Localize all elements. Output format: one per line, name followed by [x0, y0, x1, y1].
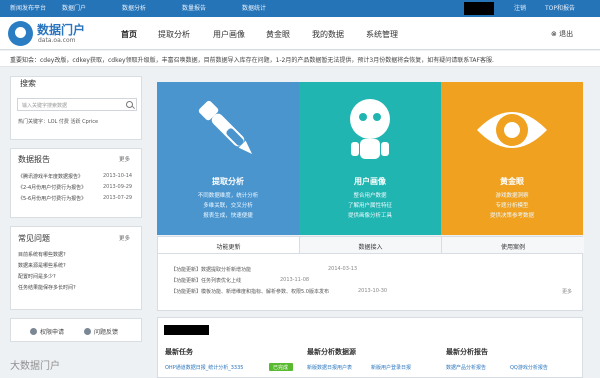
search-placeholder: 输入关键字搜索数据 — [22, 103, 68, 109]
search-title: 搜索 — [20, 79, 36, 88]
tab-data-access[interactable]: 数据接入 — [300, 237, 442, 253]
header: 数据门户 data.oa.com 首页 提取分析 用户画像 黄金眼 我的数据 系… — [0, 17, 600, 66]
feature-title: 提取分析 — [212, 177, 244, 186]
latest-report-item[interactable]: QQ游戏分析报告 — [510, 364, 548, 371]
update-item[interactable]: 【功能更新】任务列表优化上线 — [171, 277, 241, 284]
nav-system-management[interactable]: 系统管理 — [366, 29, 398, 40]
latest-task-item[interactable]: OHP通道数据日报_统计分析_3335 — [165, 364, 243, 371]
nav-home[interactable]: 首页 — [121, 29, 137, 40]
permission-icon — [30, 328, 37, 335]
update-item[interactable]: 【功能更新】模板功能、新增维度和指标、解析参数、权限5.0版本发布 — [171, 288, 329, 295]
feature-desc: 报表生成，快速便捷 — [203, 213, 253, 219]
latest-report-item[interactable]: 数据产品分析报告 — [446, 364, 486, 371]
eye-icon — [477, 112, 547, 148]
report-date: 2013-10-14 — [103, 173, 133, 179]
logout-link[interactable]: 注销 — [514, 3, 526, 12]
feature-desc: 游戏数据洞察 — [495, 193, 529, 199]
feature-card-extract[interactable]: 提取分析 不同数据维度，统计分析 多维关联，交叉分析 报表生成，快速便捷 — [157, 82, 299, 235]
feature-desc: 提供决策参考数据 — [489, 213, 534, 219]
feedback-link[interactable]: 问题反馈 — [84, 327, 118, 336]
content-tabs: 功能更新 数据接入 使用案例 — [157, 236, 584, 254]
faq-item[interactable]: 任务结果能保存多长时间? — [18, 284, 76, 291]
update-date: 2013-11-08 — [280, 277, 310, 283]
update-date: 2014-03-13 — [328, 266, 358, 272]
faq-item[interactable]: 配置时间是多少? — [18, 273, 56, 280]
feature-card-golden-eye[interactable]: 黄金眼 游戏数据洞察 专题分析模型 提供决策参考数据 — [441, 82, 583, 235]
updates-more-link[interactable]: 更多 — [562, 288, 572, 295]
latest-datasource-item[interactable]: 新版数据日报用户表 — [307, 364, 352, 371]
logo-icon — [8, 21, 33, 46]
permission-apply-link[interactable]: 权限申请 — [30, 327, 64, 336]
feature-desc: 专题分析模型 — [495, 203, 529, 209]
nav-user-profile[interactable]: 用户画像 — [213, 29, 245, 40]
search-input[interactable]: 输入关键字搜索数据 — [17, 98, 137, 111]
latest-tasks-title: 最新任务 — [165, 348, 193, 356]
latest-datasource-item[interactable]: 新版用户登录日报 — [371, 364, 411, 371]
notice-bar: 重要知会：cdey改版，cdkey获取，cdkey领取升级版，丰富召唤数据，目前… — [0, 51, 600, 67]
update-date: 2013-10-30 — [358, 288, 388, 294]
tab-use-cases[interactable]: 使用案例 — [442, 237, 584, 253]
faq-more-link[interactable]: 更多 — [119, 234, 130, 242]
redacted-block — [464, 2, 494, 15]
topbar-item-report[interactable]: 数量报告 — [182, 3, 206, 12]
topbar-item-news[interactable]: 新闻发布平台 — [10, 3, 46, 12]
latest-datasource-title: 最新分析数据源 — [307, 348, 356, 356]
report-date: 2013-09-29 — [103, 184, 133, 190]
topbar: 新闻发布平台 数据门户 数据分析 数量报告 数据统计 注销 TOP和报告 — [0, 0, 600, 17]
reports-title: 数据报告 — [18, 155, 50, 164]
topbar-item-analysis[interactable]: 数据分析 — [122, 3, 146, 12]
dropper-icon — [198, 100, 253, 155]
watermark-text: 大数据门户 — [10, 361, 60, 372]
feature-title: 用户画像 — [354, 177, 386, 186]
status-badge-label: 已完成 — [273, 365, 289, 371]
report-date: 2013-07-29 — [103, 195, 133, 201]
feature-desc: 不同数据维度，统计分析 — [197, 193, 259, 199]
reports-more-link[interactable]: 更多 — [119, 155, 130, 163]
faq-item[interactable]: 目前系统有哪些数据? — [18, 251, 66, 258]
search-icon[interactable] — [126, 101, 133, 108]
permission-apply-label: 权限申请 — [40, 329, 65, 336]
site-title: 数据门户 — [37, 23, 86, 37]
topbar-item-stats[interactable]: 数据统计 — [242, 3, 266, 12]
redacted-block — [164, 325, 209, 335]
exit-button[interactable]: ⊗ 退出 — [551, 29, 573, 39]
nav-extract-analysis[interactable]: 提取分析 — [158, 29, 190, 40]
latest-report-title: 最新分析报告 — [446, 348, 488, 356]
notice-text: 重要知会：cdey改版，cdkey获取，cdkey领取升级版，丰富召唤数据，目前… — [10, 57, 494, 64]
report-item[interactable]: 《2-4月份用户付费行为报告》 — [18, 184, 86, 191]
feedback-label: 问题反馈 — [94, 329, 119, 336]
topbar-item-portal[interactable]: 数据门户 — [62, 3, 86, 12]
report-item[interactable]: 《5-6月份用户付费行为报告》 — [18, 195, 86, 202]
faq-item[interactable]: 数据来源是哪些系统? — [18, 262, 66, 269]
feature-card-user-profile[interactable]: 用户画像 整合用户数据 了解用户属性特征 提供画像分析工具 — [299, 82, 441, 235]
feature-desc: 提供画像分析工具 — [347, 213, 392, 219]
site-subtitle: data.oa.com — [38, 37, 76, 44]
robot-icon — [350, 99, 390, 159]
tab-function-update[interactable]: 功能更新 — [158, 237, 300, 253]
feedback-icon — [84, 328, 91, 335]
updates-panel: 【功能更新】数据提取分析新增功能 2014-03-13 【功能更新】任务列表优化… — [157, 254, 583, 311]
feature-desc: 多维关联，交叉分析 — [203, 203, 253, 209]
top-report-link[interactable]: TOP和报告 — [545, 3, 575, 12]
report-item[interactable]: 《腾讯游戏半年度数据报告》 — [18, 173, 83, 180]
feature-desc: 整合用户数据 — [353, 193, 387, 199]
feature-desc: 了解用户属性特征 — [347, 203, 392, 209]
feature-title: 黄金眼 — [500, 177, 524, 186]
hot-keywords[interactable]: 热门关键字：LOL 付费 活跃 Cprice — [18, 118, 98, 125]
nav-golden-eye[interactable]: 黄金眼 — [266, 29, 290, 40]
update-item[interactable]: 【功能更新】数据提取分析新增功能 — [171, 266, 251, 273]
nav-my-data[interactable]: 我的数据 — [312, 29, 344, 40]
faq-title: 常见问题 — [18, 234, 50, 243]
